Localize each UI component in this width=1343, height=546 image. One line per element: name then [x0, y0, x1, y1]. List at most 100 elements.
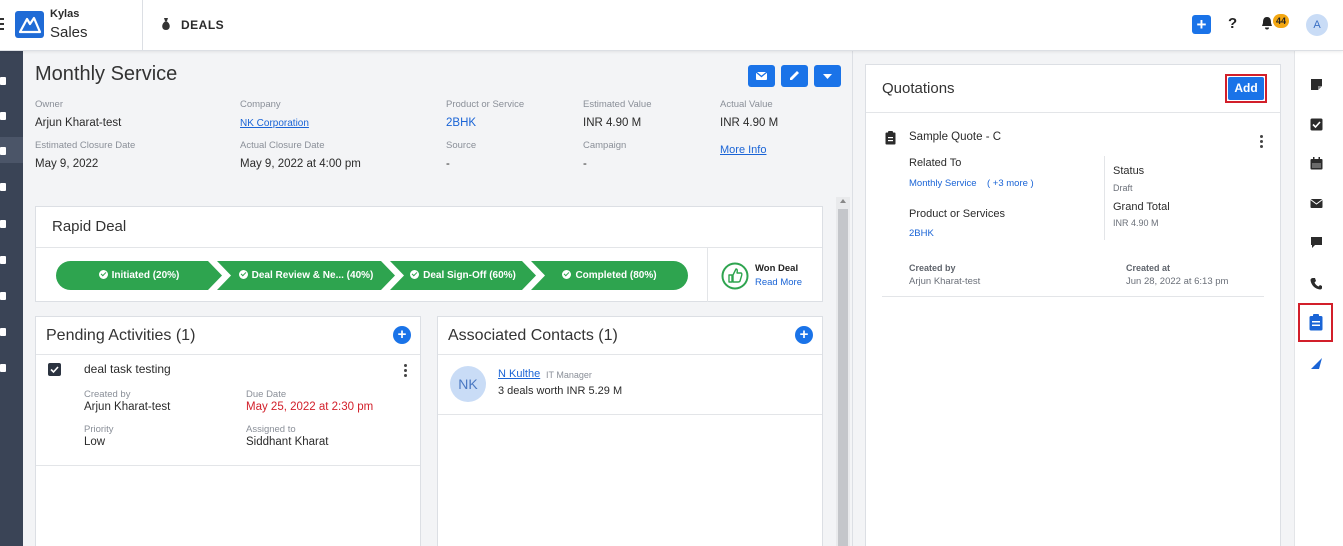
won-deal-label: Won Deal [755, 263, 799, 274]
associated-contacts-card: Associated Contacts (1) [437, 316, 823, 546]
envelope-icon [755, 71, 768, 80]
stage-label: Initiated (20%) [111, 270, 180, 281]
kylas-logo-icon [15, 11, 44, 38]
add-quotation-button[interactable]: Add [1228, 77, 1264, 100]
card-divider [866, 112, 1280, 113]
card-divider [36, 247, 822, 248]
products-icon[interactable] [0, 220, 6, 228]
products-label: Product or Services [909, 208, 1005, 220]
contact-summary: 3 deals worth INR 5.29 M [498, 385, 623, 397]
stage-completed[interactable]: Completed (80%) [531, 261, 688, 290]
est-value: INR 4.90 M [583, 117, 642, 129]
task-name[interactable]: deal task testing [84, 362, 171, 376]
dashboard-icon[interactable] [0, 77, 6, 85]
card-divider [438, 414, 822, 415]
menu-icon[interactable] [0, 18, 4, 33]
task-menu-icon[interactable] [404, 364, 407, 379]
more-info-link[interactable]: More Info [720, 144, 766, 156]
won-divider [707, 248, 708, 302]
task-checkbox[interactable] [48, 363, 61, 376]
related-to-label: Related To [909, 157, 962, 169]
check-icon [238, 270, 248, 279]
actual-value-label: Actual Value [720, 99, 773, 110]
stage-deal-review[interactable]: Deal Review & Ne... (40%) [217, 261, 395, 290]
brand-name: Kylas [50, 8, 80, 20]
campaign-label: Campaign [583, 140, 627, 151]
email-button[interactable] [748, 65, 775, 87]
pipeline-title: Rapid Deal [52, 218, 127, 235]
related-to-link[interactable]: Monthly Service [909, 178, 977, 189]
scroll-up-icon[interactable] [840, 199, 846, 203]
actual-close-value: May 9, 2022 at 4:00 pm [240, 158, 361, 170]
reports-icon[interactable] [0, 364, 6, 372]
stage-label: Completed (80%) [575, 270, 657, 281]
campaign-icon[interactable] [1310, 357, 1323, 370]
edit-button[interactable] [781, 65, 808, 87]
notification-count-badge: 44 [1273, 14, 1289, 28]
task-check-icon[interactable] [1310, 118, 1323, 131]
products-link[interactable]: 2BHK [909, 228, 934, 239]
card-divider [36, 354, 420, 355]
grand-total-label: Grand Total [1113, 201, 1170, 213]
scrollbar-thumb[interactable] [838, 209, 848, 546]
companies-icon[interactable] [0, 183, 6, 191]
stage-label: Deal Review & Ne... (40%) [251, 270, 374, 281]
stage-initiated[interactable]: Initiated (20%) [56, 261, 222, 290]
quote-bottom-divider [882, 296, 1264, 297]
company-link[interactable]: NK Corporation [240, 118, 309, 129]
phone-icon[interactable] [1310, 277, 1323, 290]
quote-created-at: Jun 28, 2022 at 6:13 pm [1126, 276, 1229, 287]
quick-add-button[interactable]: + [1192, 15, 1211, 34]
documents-icon[interactable] [0, 256, 6, 264]
quote-created-by-label: Created by [909, 263, 956, 273]
add-contact-button[interactable]: + [795, 326, 813, 344]
activities-title: Pending Activities (1) [46, 327, 196, 344]
quote-name[interactable]: Sample Quote - C [909, 131, 1001, 143]
quote-created-at-label: Created at [1126, 263, 1171, 273]
product-link[interactable]: 2BHK [446, 117, 476, 129]
bell-icon[interactable] [1260, 16, 1274, 31]
caret-down-icon [823, 74, 832, 79]
quote-menu-icon[interactable] [1260, 135, 1263, 150]
note-icon[interactable] [1310, 78, 1323, 91]
contact-role: IT Manager [546, 370, 592, 380]
source-label: Source [446, 140, 477, 151]
check-icon [50, 366, 59, 374]
quotations-title: Quotations [882, 80, 955, 97]
help-icon[interactable]: ? [1228, 15, 1237, 32]
deals-icon[interactable] [0, 147, 6, 155]
thumbs-up-icon [721, 262, 749, 290]
deal-title: Monthly Service [35, 63, 178, 85]
quote-divider [1104, 156, 1105, 240]
company-label: Company [240, 99, 281, 110]
contacts-icon[interactable] [0, 112, 6, 120]
user-avatar[interactable]: A [1306, 14, 1328, 36]
task-priority-label: Priority [84, 424, 114, 435]
task-due-date: May 25, 2022 at 2:30 pm [246, 401, 374, 413]
quotation-icon[interactable] [1309, 314, 1323, 331]
chat-icon[interactable] [1310, 236, 1323, 249]
check-icon [410, 270, 420, 279]
owner-value: Arjun Kharat-test [35, 117, 122, 129]
status-label: Status [1113, 165, 1145, 177]
contact-name-link[interactable]: N Kulthe [498, 368, 540, 380]
tasks-icon[interactable] [0, 292, 6, 300]
related-more-link[interactable]: ( +3 more ) [987, 178, 1034, 189]
task-created-by-label: Created by [84, 389, 131, 400]
task-due-label: Due Date [246, 389, 287, 400]
product-label: Product or Service [446, 99, 525, 110]
actual-value: INR 4.90 M [720, 117, 779, 129]
grand-total-value: INR 4.90 M [1113, 218, 1159, 228]
read-more-link[interactable]: Read More [755, 277, 802, 288]
calendar-icon[interactable] [1310, 157, 1323, 170]
add-activity-button[interactable]: + [393, 326, 411, 344]
content-scrollbar[interactable] [836, 197, 850, 546]
quote-document-icon [885, 131, 896, 145]
stage-sign-off[interactable]: Deal Sign-Off (60%) [390, 261, 536, 290]
email-icon[interactable] [1310, 197, 1323, 210]
divider [142, 0, 143, 51]
status-value: Draft [1113, 183, 1133, 193]
more-actions-button[interactable] [814, 65, 841, 87]
est-value-label: Estimated Value [583, 99, 652, 110]
calendar-icon[interactable] [0, 328, 6, 336]
